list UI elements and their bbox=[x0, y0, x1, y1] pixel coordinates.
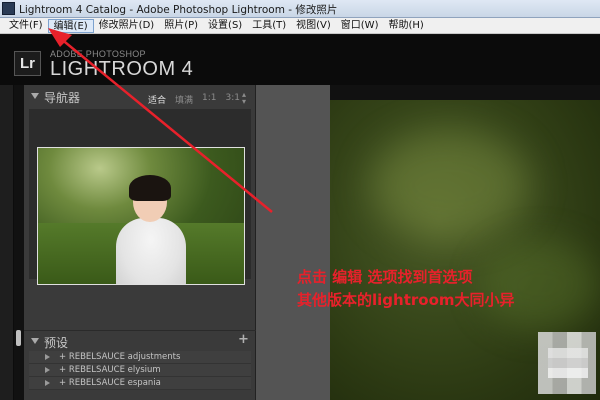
expand-triangle-icon[interactable] bbox=[45, 367, 50, 373]
navigator-label: 导航器 bbox=[44, 91, 81, 105]
menu-develop[interactable]: 修改照片(D) bbox=[94, 19, 160, 33]
menu-tools[interactable]: 工具(T) bbox=[247, 19, 291, 33]
photo-bokeh bbox=[370, 130, 530, 240]
zoom-fit[interactable]: 适合 bbox=[148, 93, 166, 106]
main-view-background bbox=[256, 85, 330, 400]
navigator-header[interactable]: 导航器 适合 填满 1:1 3:1 ▴ ▾ bbox=[24, 87, 256, 107]
presets-header[interactable]: 预设 + bbox=[24, 330, 256, 350]
identity-plate: Lr ADOBE PHOTOSHOP LIGHTROOM 4 bbox=[0, 35, 600, 85]
preset-folder[interactable]: + REBELSAUCE espania bbox=[29, 377, 251, 390]
menu-view[interactable]: 视图(V) bbox=[291, 19, 336, 33]
collapse-triangle-icon[interactable] bbox=[31, 93, 39, 99]
annotation-text: 点击 编辑 选项找到首选项 其他版本的lightroom大同小异 bbox=[297, 266, 515, 312]
navigator-preview-image[interactable] bbox=[37, 147, 245, 285]
collapse-triangle-icon[interactable] bbox=[31, 338, 39, 344]
left-panel: 导航器 适合 填满 1:1 3:1 ▴ ▾ 预设 + + REBELSAUCE a… bbox=[24, 85, 256, 400]
window-title: Lightroom 4 Catalog - Adobe Photoshop Li… bbox=[19, 4, 338, 16]
preset-list: + REBELSAUCE adjustments + REBELSAUCE el… bbox=[29, 351, 251, 390]
presets-label: 预设 bbox=[44, 336, 69, 350]
zoom-fill[interactable]: 填满 bbox=[175, 93, 193, 106]
annotation-line-1: 点击 编辑 选项找到首选项 bbox=[297, 268, 473, 286]
title-bar: Lightroom 4 Catalog - Adobe Photoshop Li… bbox=[0, 0, 600, 18]
menu-window[interactable]: 窗口(W) bbox=[336, 19, 384, 33]
zoom-options: 适合 填满 1:1 3:1 bbox=[148, 93, 240, 106]
preview-subject-hair bbox=[129, 175, 171, 201]
left-panel-toggle-strip[interactable] bbox=[0, 85, 14, 400]
zoom-dropdown-icon[interactable]: ▴ ▾ bbox=[242, 91, 246, 106]
menu-bar: 文件(F) 编辑(E) 修改照片(D) 照片(P) 设置(S) 工具(T) 视图… bbox=[0, 18, 600, 34]
preset-folder-label: + REBELSAUCE adjustments bbox=[59, 352, 181, 362]
preset-folder[interactable]: + REBELSAUCE adjustments bbox=[29, 351, 251, 364]
lightroom-logo-icon: Lr bbox=[14, 51, 41, 76]
mosaic-watermark bbox=[548, 348, 588, 378]
preset-folder[interactable]: + REBELSAUCE elysium bbox=[29, 364, 251, 377]
app-icon bbox=[2, 2, 15, 15]
panel-scrollbar[interactable] bbox=[16, 330, 21, 346]
add-preset-icon[interactable]: + bbox=[238, 332, 249, 347]
product-name: LIGHTROOM 4 bbox=[50, 58, 194, 80]
navigator-area bbox=[29, 109, 251, 285]
menu-edit[interactable]: 编辑(E) bbox=[47, 18, 94, 33]
preset-folder-label: + REBELSAUCE elysium bbox=[59, 365, 161, 375]
menu-help[interactable]: 帮助(H) bbox=[383, 19, 428, 33]
menu-file[interactable]: 文件(F) bbox=[4, 19, 48, 33]
preview-subject-body bbox=[116, 218, 186, 284]
zoom-3-1[interactable]: 3:1 bbox=[226, 93, 240, 106]
preset-folder-label: + REBELSAUCE espania bbox=[59, 378, 161, 388]
zoom-1-1[interactable]: 1:1 bbox=[202, 93, 216, 106]
menu-settings[interactable]: 设置(S) bbox=[203, 19, 247, 33]
expand-triangle-icon[interactable] bbox=[45, 380, 50, 386]
menu-photo[interactable]: 照片(P) bbox=[159, 19, 203, 33]
main-photo-view[interactable] bbox=[330, 100, 600, 400]
expand-triangle-icon[interactable] bbox=[45, 354, 50, 360]
annotation-line-2: 其他版本的lightroom大同小异 bbox=[297, 291, 515, 309]
